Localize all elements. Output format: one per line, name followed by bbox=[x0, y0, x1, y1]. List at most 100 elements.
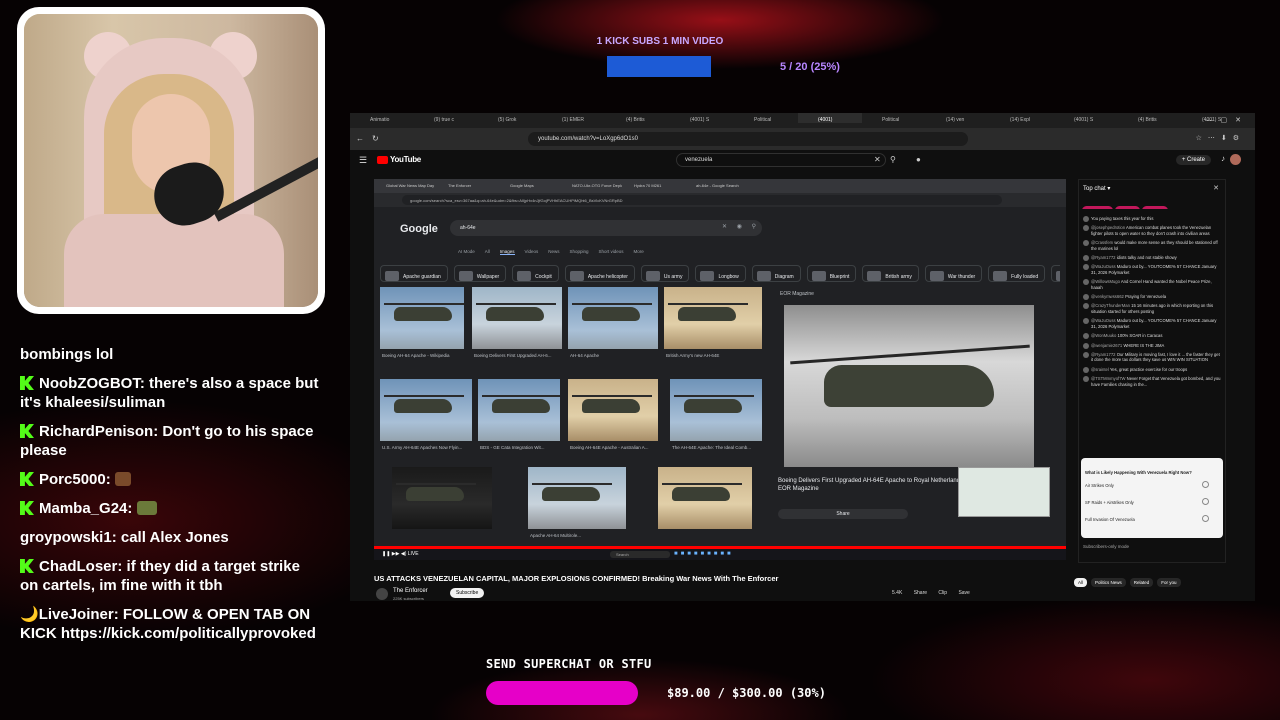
channel-name[interactable]: The Enforcer bbox=[393, 588, 428, 594]
bottom-goal-title: SEND SUPERCHAT OR STFU bbox=[486, 657, 652, 671]
video-actions[interactable]: 5.4K Share Clip Save bbox=[892, 590, 980, 596]
url-field[interactable]: youtube.com/watch?v=LoXgp6dO1s0 bbox=[528, 132, 968, 146]
create-button[interactable]: + Create bbox=[1175, 155, 1211, 165]
subscribe-button[interactable]: Subscribe bbox=[450, 588, 485, 598]
kick-badge-icon bbox=[20, 501, 34, 515]
superchat-ticker[interactable]: @illmutph bbox=[1141, 206, 1168, 209]
clear-search-icon[interactable]: ✕ bbox=[874, 155, 881, 164]
close-chat-icon[interactable]: ✕ bbox=[1213, 184, 1219, 192]
rotor-shape bbox=[384, 395, 464, 397]
live-chat-text: Praying for Venezuela bbox=[1125, 294, 1167, 300]
chip-label: Fully loaded bbox=[1011, 274, 1039, 280]
superchat-ticker[interactable]: @bigod7971 bbox=[1082, 206, 1113, 209]
kick-badge-icon bbox=[20, 376, 34, 390]
browser-tab[interactable]: (4001) S bbox=[1054, 113, 1118, 123]
top-goal-title: 1 KICK SUBS 1 MIN VIDEO bbox=[596, 36, 724, 47]
clip-button[interactable]: Clip bbox=[938, 590, 947, 596]
emote-icon bbox=[114, 472, 131, 486]
chip-thumbnail bbox=[867, 271, 882, 281]
browser-tab[interactable]: Political bbox=[734, 113, 798, 123]
moon-icon: 🌙 bbox=[20, 606, 39, 623]
superchat-ticker[interactable]: @sobrtac bbox=[1114, 206, 1140, 209]
chat-filter-tab[interactable]: Politics News bbox=[1091, 578, 1126, 587]
live-chat-text: Yes, great practice exercise for our tro… bbox=[1109, 366, 1188, 372]
chat-filter-tab[interactable]: All bbox=[1074, 578, 1088, 587]
image-result: AH-64 Apache bbox=[568, 287, 658, 365]
image-result bbox=[392, 467, 492, 545]
emote-icon bbox=[136, 501, 157, 515]
like-button[interactable]: 5.4K bbox=[892, 590, 902, 596]
live-chat-message: You paying taxes this year for this bbox=[1083, 216, 1221, 223]
video-player[interactable]: Global War News Map Day The Enforcer Googl… bbox=[374, 179, 1066, 560]
result-image bbox=[392, 467, 492, 529]
browser-tab[interactable]: (1) EMER bbox=[542, 113, 606, 123]
bell-icon[interactable]: ♪ bbox=[1221, 154, 1225, 163]
poll-question: What is Likely Happening With Venezuela … bbox=[1085, 470, 1192, 475]
browser-tab[interactable]: (14) Expl bbox=[990, 113, 1054, 123]
poll-option[interactable]: SF Raids + Airstrikes Only bbox=[1085, 498, 1219, 507]
top-goal-progress-bar bbox=[607, 56, 711, 77]
video-controls[interactable]: ❚❚ ▶▶ ◀) LIVE bbox=[382, 551, 419, 557]
result-image bbox=[478, 379, 560, 441]
result-image bbox=[380, 379, 472, 441]
browser-tab[interactable]: Political bbox=[862, 113, 926, 123]
helicopter-image bbox=[394, 399, 452, 413]
inner-url-field: google.com/search?sca_esv=367aa&q=ah-64e… bbox=[402, 195, 1002, 205]
toolbar-icons[interactable]: ☆⋯⬇⚙ bbox=[1196, 134, 1245, 142]
browser-tab[interactable]: (4001) S bbox=[670, 113, 734, 123]
share-button[interactable]: Share bbox=[914, 590, 927, 596]
nav-buttons[interactable]: ←↻ bbox=[356, 134, 387, 143]
youtube-logo-text[interactable]: YouTube bbox=[390, 155, 421, 164]
result-image bbox=[528, 467, 626, 529]
live-chat-message: @sraintel Yes, great practice exercise f… bbox=[1083, 366, 1221, 374]
rotor-shape bbox=[532, 483, 612, 485]
chat-filter-tab[interactable]: For you bbox=[1157, 578, 1181, 587]
inner-browser-tab: ah-64e - Google Search bbox=[696, 183, 739, 188]
chip-label: War thunder bbox=[947, 274, 976, 280]
google-tab: Images bbox=[499, 249, 515, 255]
google-chip: British army bbox=[862, 265, 919, 282]
window-controls[interactable]: —▢✕ bbox=[1206, 116, 1249, 124]
chat-filter-tab[interactable]: Related bbox=[1129, 578, 1154, 587]
chat-input[interactable]: Subscribers-only mode bbox=[1083, 544, 1129, 549]
browser-tab[interactable]: (9) true c bbox=[414, 113, 478, 123]
browser-address-bar: ←↻ youtube.com/watch?v=LoXgp6dO1s0 ☆⋯⬇⚙ bbox=[350, 128, 1255, 150]
live-chat-username: @Ryam1772 bbox=[1091, 255, 1116, 261]
result-caption: BDS - GE Cata Integration Wit... bbox=[480, 445, 545, 450]
rotor-shape bbox=[674, 395, 754, 397]
browser-tab[interactable]: (4) Britis bbox=[1118, 113, 1182, 123]
chip-label: Diagram bbox=[774, 274, 794, 280]
browser-tab[interactable]: (5) Grok bbox=[478, 113, 542, 123]
browser-tab[interactable]: (4001) bbox=[798, 113, 862, 123]
browser-tab[interactable]: (14) ven bbox=[926, 113, 990, 123]
chat-filter-tabs[interactable]: All Politics News Related For you bbox=[1074, 578, 1185, 587]
channel-avatar[interactable] bbox=[376, 588, 388, 600]
chat-message: bombings lol bbox=[20, 345, 320, 364]
youtube-logo-icon[interactable] bbox=[377, 156, 388, 164]
chat-username: ChadLoser bbox=[39, 558, 118, 575]
chat-mode-select[interactable]: Top chat ▾ bbox=[1083, 185, 1110, 192]
avatar[interactable] bbox=[1230, 154, 1241, 165]
browser-tab[interactable]: Animatio bbox=[350, 113, 414, 123]
youtube-search-input[interactable]: venezuela bbox=[676, 153, 886, 167]
search-icon[interactable]: ⚲ bbox=[890, 155, 896, 164]
screen-capture: Animatio (9) true c (5) Grok (1) EMER (4) Br… bbox=[350, 113, 1255, 601]
google-chip: Apache helicopter bbox=[564, 265, 635, 282]
video-progress-bar[interactable] bbox=[374, 546, 1066, 549]
channel-subs: 225K subscribers bbox=[393, 596, 424, 601]
superchat-tickers[interactable]: @bigod7971@sobrtac@illmutph bbox=[1082, 199, 1224, 209]
helicopter-image bbox=[492, 399, 550, 413]
mic-icon[interactable]: ● bbox=[916, 155, 921, 164]
image-result: U.S. Army AH-64E Apaches Now Flyin... bbox=[380, 379, 472, 457]
google-tab: Shopping bbox=[569, 249, 589, 254]
live-chat-username: @WonMuuko bbox=[1091, 333, 1117, 339]
menu-icon[interactable]: ☰ bbox=[359, 155, 367, 166]
poll-option[interactable]: Full Invasion Of Venezuela bbox=[1085, 515, 1219, 524]
save-button[interactable]: Save bbox=[958, 590, 969, 596]
browser-tab[interactable]: (4) Britis bbox=[606, 113, 670, 123]
chat-text bbox=[132, 500, 136, 517]
live-chat-username: @venkymwss662 bbox=[1091, 294, 1124, 300]
chip-label: Blueprint bbox=[829, 274, 850, 280]
poll-option[interactable]: Air Strikes Only bbox=[1085, 481, 1219, 490]
google-chip: Diagram bbox=[751, 265, 801, 282]
